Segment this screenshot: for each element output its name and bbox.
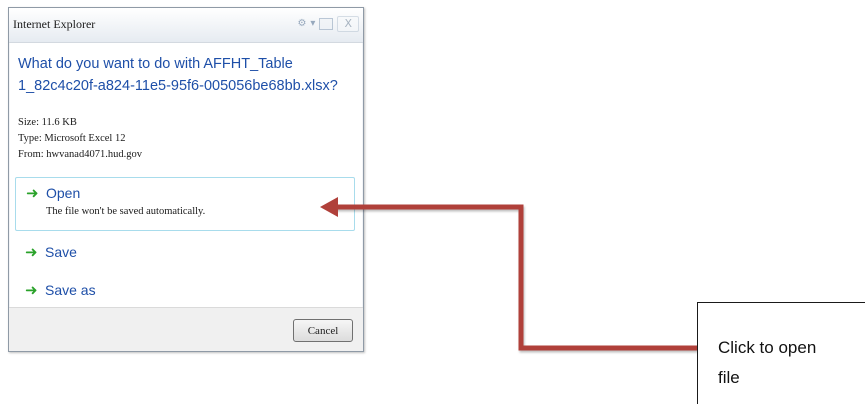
green-right-arrow-icon: ➜ (25, 281, 38, 299)
green-right-arrow-icon: ➜ (26, 184, 39, 202)
file-source: From: hwvanad4071.hud.gov (18, 149, 142, 160)
file-type: Type: Microsoft Excel 12 (18, 133, 126, 144)
tools-icon[interactable]: ⚙ (297, 14, 306, 34)
dropdown-icon[interactable]: ▾ (310, 14, 315, 34)
save-button[interactable]: ➜ Save (15, 237, 355, 265)
open-description: The file won't be saved automatically. (46, 206, 206, 217)
maximize-icon[interactable] (319, 18, 334, 30)
connector-line (329, 204, 697, 351)
titlebar-controls: ⚙ ▾ X (297, 14, 359, 34)
open-label: Open (46, 185, 81, 201)
green-right-arrow-icon: ➜ (25, 243, 38, 261)
dialog-titlebar: Internet Explorer ⚙ ▾ X (9, 8, 363, 43)
dialog-content: What do you want to do with AFFHT_Table … (10, 43, 362, 308)
close-button[interactable]: X (337, 16, 359, 32)
callout-text: Click to open file (718, 338, 817, 387)
callout-box: Click to open file (697, 302, 865, 404)
cancel-button[interactable]: Cancel (293, 319, 353, 342)
dialog-title: Internet Explorer (13, 17, 96, 31)
save-label: Save (45, 244, 77, 260)
save-as-label: Save as (45, 282, 96, 298)
file-size: Size: 11.6 KB (18, 117, 77, 128)
download-dialog: Internet Explorer ⚙ ▾ X What do you want… (8, 7, 364, 352)
open-button[interactable]: ➜ Open The file won't be saved automatic… (15, 177, 355, 231)
dialog-footer: Cancel (9, 307, 363, 351)
download-question: What do you want to do with AFFHT_Table … (18, 56, 338, 94)
save-as-button[interactable]: ➜ Save as (15, 275, 355, 303)
file-info: Size: 11.6 KB Type: Microsoft Excel 12 F… (18, 115, 142, 163)
